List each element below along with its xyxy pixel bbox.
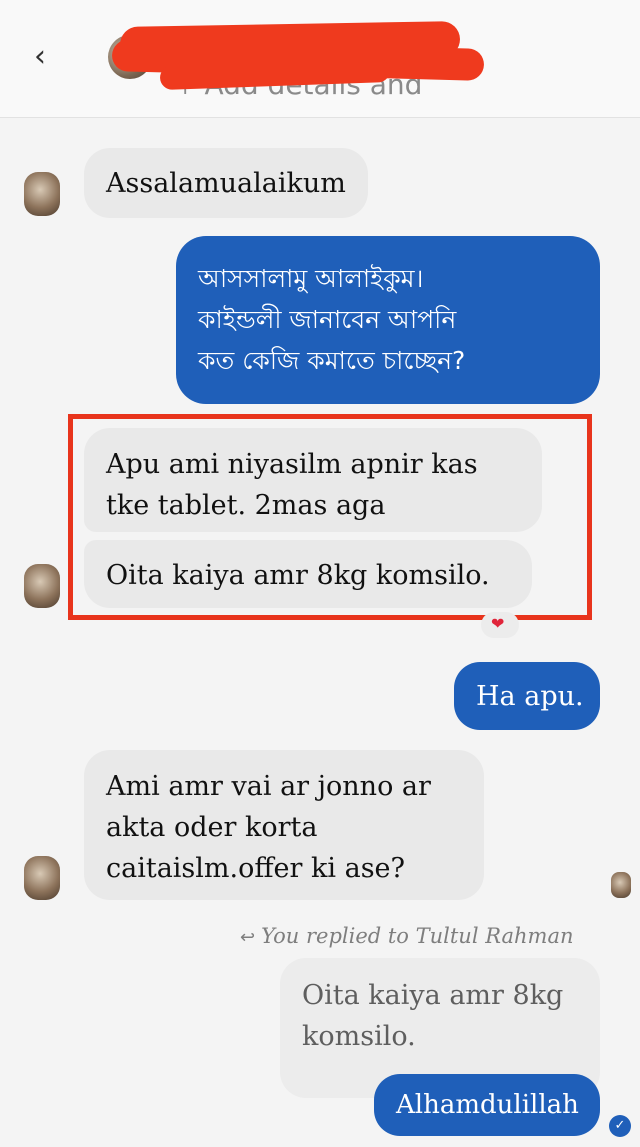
chevron-left-icon[interactable]: ‹ <box>34 40 62 74</box>
incoming-message[interactable]: Assalamualaikum <box>84 148 368 218</box>
message-line: Alhamdulillah <box>396 1090 579 1120</box>
message-line: akta oder korta <box>106 812 318 843</box>
heart-icon: ❤ <box>491 614 505 633</box>
incoming-message[interactable]: Ami amr vai ar jonno ar akta oder korta … <box>84 750 484 900</box>
outgoing-message[interactable]: Ha apu. <box>454 662 600 730</box>
reply-note-text: You replied to Tultul Rahman <box>261 924 574 948</box>
chat-header: ‹ +Add details and <box>0 0 640 118</box>
message-line: Assalamualaikum <box>106 168 346 199</box>
message-line: আসসালামু আলাইকুম। <box>198 264 424 293</box>
reply-note: ↩ You replied to Tultul Rahman <box>240 924 574 948</box>
message-line: কত কেজি কমাতে চাচ্ছেন? <box>198 346 466 375</box>
message-line: Oita kaiya amr 8kg <box>302 980 564 1011</box>
avatar[interactable] <box>24 564 60 608</box>
avatar[interactable] <box>24 172 60 216</box>
seen-check-icon: ✓ <box>609 1115 631 1137</box>
highlight-box <box>68 414 592 620</box>
reply-icon: ↩ <box>240 927 256 948</box>
avatar[interactable] <box>24 856 60 900</box>
read-receipt-avatar <box>611 872 631 898</box>
message-line: Ha apu. <box>476 681 584 712</box>
message-line: Ami amr vai ar jonno ar <box>106 771 431 802</box>
outgoing-message[interactable]: আসসালামু আলাইকুম। কাইন্ডলী জানাবেন আপনি … <box>176 236 600 404</box>
message-line: caitaislm.offer ki ase? <box>106 853 406 884</box>
message-line: কাইন্ডলী জানাবেন আপনি <box>198 305 457 334</box>
reaction-badge[interactable]: ❤ <box>481 612 519 638</box>
message-line: komsilo. <box>302 1021 416 1052</box>
outgoing-message[interactable]: Alhamdulillah <box>374 1074 600 1136</box>
